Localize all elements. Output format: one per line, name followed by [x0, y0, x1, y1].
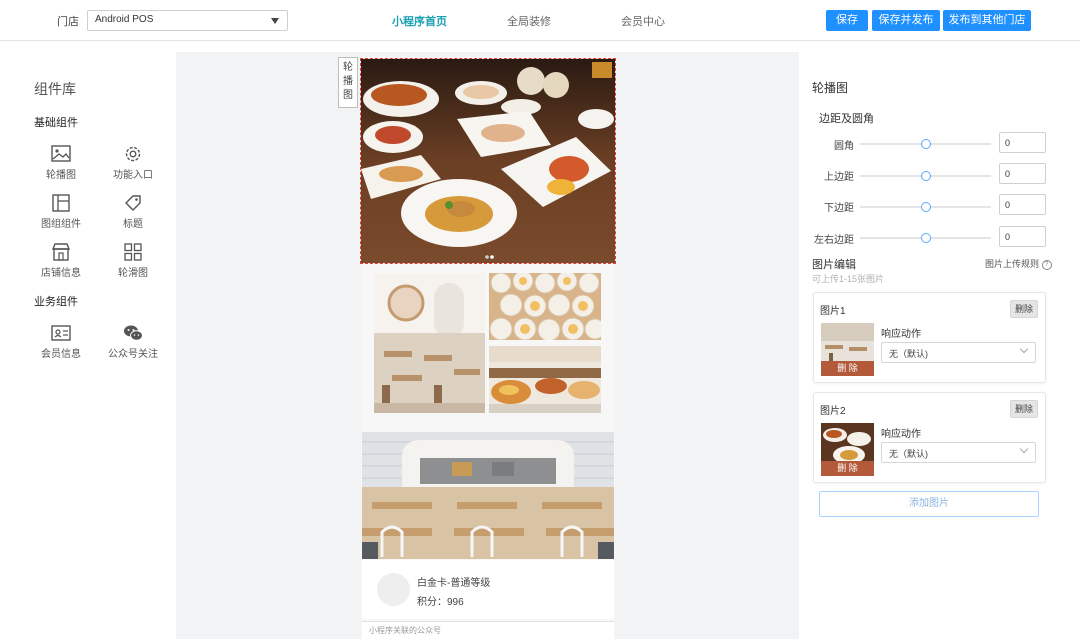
gear-icon	[125, 146, 141, 162]
food-banner-image	[361, 59, 615, 263]
chevron-down-icon	[1019, 344, 1029, 354]
component-label: 功能入口	[113, 170, 153, 181]
grid-icon	[124, 243, 142, 261]
wechat-icon	[124, 325, 143, 341]
action-select-value: 无（默认)	[889, 449, 928, 459]
image-thumbnail[interactable]: 删 除	[821, 423, 874, 476]
buffet-image	[489, 346, 601, 413]
official-account-label: 小程序关联的公众号	[369, 626, 441, 635]
component-image-group[interactable]: 图组组件	[31, 193, 91, 230]
upload-rules-link[interactable]: 图片上传规则 ?	[985, 257, 1052, 270]
dumplings-image	[489, 273, 601, 340]
radius-input[interactable]: 0	[999, 132, 1046, 153]
tab-global-decoration[interactable]: 全局装修	[507, 13, 551, 29]
chevron-down-icon	[1019, 444, 1029, 454]
store-label: 门店	[57, 16, 79, 28]
thumbnail-delete-overlay[interactable]: 删 除	[821, 461, 874, 476]
component-label: 标题	[123, 219, 143, 230]
action-select[interactable]: 无（默认)	[881, 342, 1036, 363]
component-member-info[interactable]: 会员信息	[31, 323, 91, 360]
member-points: 积分：996	[417, 597, 464, 608]
top-margin-input[interactable]: 0	[999, 163, 1046, 184]
component-store-info[interactable]: 店铺信息	[31, 242, 91, 279]
margin-section-title: 边距及圆角	[819, 113, 874, 125]
library-title: 组件库	[34, 81, 76, 97]
action-select-value: 无（默认)	[889, 349, 928, 359]
tab-miniprogram-home[interactable]: 小程序首页	[392, 13, 447, 29]
action-label: 响应动作	[881, 429, 921, 440]
component-label: 轮滑图	[118, 268, 148, 279]
component-function-entry[interactable]: 功能入口	[103, 144, 163, 181]
action-select[interactable]: 无（默认)	[881, 442, 1036, 463]
top-bar: 门店 Android POS 小程序首页 全局装修 会员中心 保存 保存并发布 …	[0, 0, 1080, 41]
save-publish-button[interactable]: 保存并发布	[872, 10, 940, 31]
bottom-margin-input[interactable]: 0	[999, 194, 1046, 215]
member-card-name: 白金卡-普通等级	[417, 578, 491, 589]
image-group-dumplings	[489, 273, 601, 340]
avatar	[377, 573, 410, 606]
image-card-title: 图片2	[820, 406, 846, 417]
image-icon	[51, 145, 71, 162]
component-label: 公众号关注	[108, 349, 158, 360]
caret-down-icon	[271, 18, 279, 24]
image-group-cafe	[374, 273, 485, 413]
official-account-bar: 小程序关联的公众号	[362, 621, 614, 639]
tag-icon	[125, 195, 141, 211]
radius-label: 圆角	[834, 141, 854, 152]
store-select-value: Android POS	[95, 14, 154, 25]
delete-image-button[interactable]: 删除	[1010, 400, 1038, 418]
save-button[interactable]: 保存	[826, 10, 868, 31]
carousel-tag[interactable]: 轮播图	[338, 57, 358, 108]
image-card-2: 图片2 删除 删 除 响应动作 无（默认)	[813, 392, 1046, 483]
component-label: 图组组件	[41, 219, 81, 230]
restaurant-interior	[362, 432, 614, 559]
image-thumbnail[interactable]: 删 除	[821, 323, 874, 376]
component-slide[interactable]: 轮滑图	[103, 242, 163, 279]
side-margin-slider-thumb[interactable]	[921, 233, 931, 243]
component-title[interactable]: 标题	[103, 193, 163, 230]
radius-slider-thumb[interactable]	[921, 139, 931, 149]
image-edit-hint: 可上传1-15张图片	[812, 274, 885, 284]
component-label: 会员信息	[41, 349, 81, 360]
id-card-icon	[51, 325, 71, 341]
store-icon	[51, 243, 71, 261]
add-image-button[interactable]: 添加图片	[819, 491, 1039, 517]
delete-image-button[interactable]: 删除	[1010, 300, 1038, 318]
component-label: 轮播图	[46, 170, 76, 181]
help-icon[interactable]: ?	[1041, 259, 1052, 270]
member-card: 白金卡-普通等级 积分：996	[362, 560, 614, 619]
layout-icon	[52, 194, 70, 212]
carousel-banner[interactable]	[360, 58, 616, 264]
image-edit-title: 图片编辑	[812, 259, 856, 271]
side-margin-input[interactable]: 0	[999, 226, 1046, 247]
restaurant-interior-image	[362, 432, 614, 559]
tab-member-center[interactable]: 会员中心	[621, 13, 665, 29]
image-card-1: 图片1 删除 删 除 响应动作 无（默认)	[813, 292, 1046, 383]
settings-title: 轮播图	[812, 81, 849, 95]
cafe-interior-image	[374, 273, 485, 413]
side-margin-label: 左右边距	[814, 235, 854, 246]
component-label: 店铺信息	[41, 268, 81, 279]
image-group-buffet	[489, 346, 601, 413]
top-margin-slider-thumb[interactable]	[921, 171, 931, 181]
store-select[interactable]: Android POS	[87, 10, 288, 31]
publish-other-stores-button[interactable]: 发布到其他门店	[943, 10, 1031, 31]
business-components-title: 业务组件	[34, 296, 78, 308]
top-margin-label: 上边距	[824, 172, 854, 183]
carousel-tag-label: 轮播图	[343, 62, 353, 101]
component-official-account[interactable]: 公众号关注	[103, 323, 163, 360]
thumbnail-delete-overlay[interactable]: 删 除	[821, 361, 874, 376]
bottom-margin-label: 下边距	[824, 203, 854, 214]
action-label: 响应动作	[881, 329, 921, 340]
bottom-margin-slider-thumb[interactable]	[921, 202, 931, 212]
component-carousel[interactable]: 轮播图	[31, 144, 91, 181]
upload-rules-label: 图片上传规则	[985, 259, 1040, 269]
basic-components-title: 基础组件	[34, 117, 78, 129]
image-card-title: 图片1	[820, 306, 846, 317]
